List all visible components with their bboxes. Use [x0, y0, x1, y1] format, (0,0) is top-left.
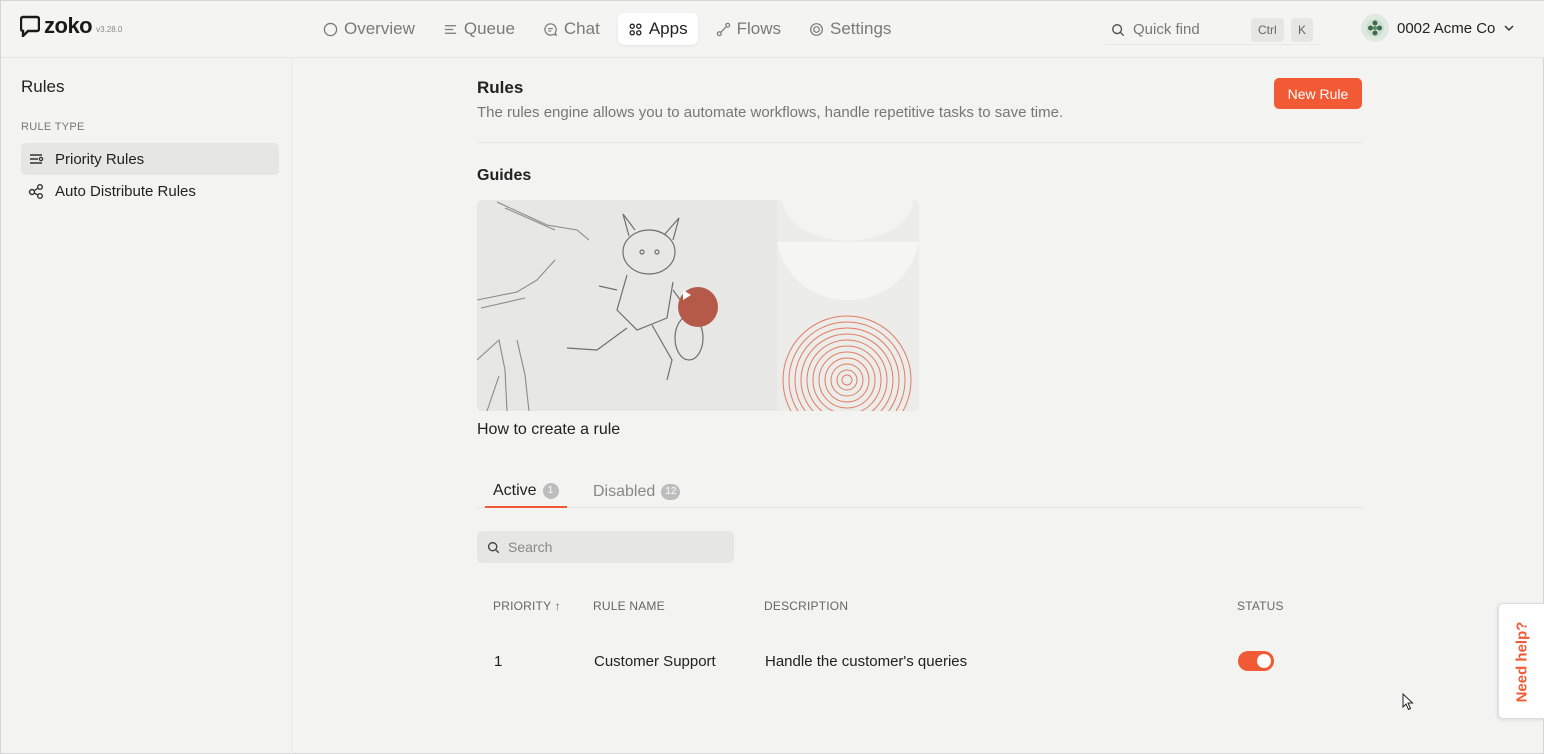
sidebar-item-auto-distribute-rules[interactable]: Auto Distribute Rules	[21, 175, 279, 207]
mouse-cursor-icon	[1402, 693, 1414, 711]
nav-label: Chat	[563, 19, 600, 38]
guide-video-caption[interactable]: How to create a rule	[477, 421, 620, 439]
main-nav: Overview Queue Chat Apps Flows Settings	[313, 13, 901, 45]
search-icon	[487, 541, 500, 553]
nav-label: Overview	[344, 19, 415, 38]
nav-label: Settings	[829, 19, 892, 38]
account-avatar	[1361, 14, 1389, 42]
page-title: Rules	[477, 78, 524, 97]
flows-icon	[716, 22, 730, 36]
app-version: v3.28.0	[96, 25, 123, 34]
need-help-tab[interactable]: Need help?	[1498, 603, 1544, 719]
search-input[interactable]	[508, 539, 708, 555]
logo[interactable]: zoko v3.28.0	[20, 15, 122, 37]
logo-text: zoko	[44, 13, 93, 38]
tab-disabled[interactable]: Disabled 12	[593, 475, 681, 508]
column-header-priority[interactable]: PRIORITY ↑	[493, 599, 561, 613]
nav-chat[interactable]: Chat	[533, 13, 610, 45]
column-header-description: DESCRIPTION	[764, 599, 849, 613]
guide-video-thumbnail[interactable]	[477, 200, 919, 411]
tab-label: Disabled	[593, 482, 656, 500]
header-divider	[477, 142, 1363, 143]
tab-count-badge: 12	[661, 483, 681, 500]
column-header-status: STATUS	[1237, 599, 1284, 613]
chevron-down-icon	[1504, 25, 1514, 32]
top-bar: zoko v3.28.0 Overview Queue Chat Apps Fl…	[1, 1, 1544, 58]
priority-rules-icon	[30, 154, 44, 164]
page-description: The rules engine allows you to automate …	[477, 104, 1064, 121]
gear-icon	[810, 22, 823, 36]
org-logo-icon	[1366, 19, 1384, 37]
zoko-logo-icon	[20, 15, 40, 37]
sidebar-item-priority-rules[interactable]: Priority Rules	[21, 143, 279, 175]
nav-label: Apps	[648, 19, 688, 38]
play-button[interactable]	[678, 287, 718, 327]
circle-icon	[323, 22, 338, 36]
cell-description: Handle the customer's queries	[765, 653, 968, 670]
quick-find-placeholder: Quick find	[1133, 21, 1200, 38]
sidebar-title: Rules	[21, 77, 65, 96]
nav-overview[interactable]: Overview	[313, 13, 425, 45]
queue-icon	[444, 24, 456, 34]
nav-label: Flows	[736, 19, 781, 38]
guides-heading: Guides	[477, 167, 532, 184]
nav-apps[interactable]: Apps	[617, 13, 698, 45]
status-toggle[interactable]	[1238, 651, 1274, 671]
shortcut-ctrl-key: Ctrl	[1251, 18, 1284, 42]
cell-rule-name: Customer Support	[594, 653, 716, 670]
search-icon	[1112, 23, 1125, 36]
sidebar-item-label: Priority Rules	[55, 150, 145, 168]
nav-settings[interactable]: Settings	[799, 13, 901, 45]
apps-grid-icon	[629, 22, 642, 36]
sidebar-section-label: RULE TYPE	[21, 121, 85, 133]
quick-find[interactable]: Quick find Ctrl K	[1105, 15, 1319, 45]
tab-count-badge: 1	[542, 482, 559, 499]
sidebar: Rules RULE TYPE Priority Rules Auto Dist…	[1, 58, 292, 754]
cell-priority: 1	[494, 653, 503, 670]
sidebar-item-label: Auto Distribute Rules	[55, 182, 196, 200]
rule-status-tabs: Active 1 Disabled 12	[477, 475, 1363, 508]
nav-flows[interactable]: Flows	[706, 13, 791, 45]
rules-search[interactable]	[477, 531, 734, 563]
account-switcher[interactable]: 0002 Acme Co	[1361, 14, 1515, 42]
tab-label: Active	[493, 481, 537, 499]
chat-icon	[544, 22, 557, 36]
nav-label: Queue	[463, 19, 515, 38]
column-header-rule-name: RULE NAME	[593, 599, 665, 613]
shortcut-k-key: K	[1291, 18, 1314, 42]
need-help-label: Need help?	[1513, 621, 1531, 703]
tab-active[interactable]: Active 1	[485, 475, 567, 508]
play-icon	[683, 290, 691, 300]
nav-queue[interactable]: Queue	[433, 13, 525, 45]
account-name: 0002 Acme Co	[1397, 19, 1496, 37]
distribute-icon	[28, 184, 43, 199]
new-rule-button[interactable]: New Rule	[1274, 78, 1362, 109]
